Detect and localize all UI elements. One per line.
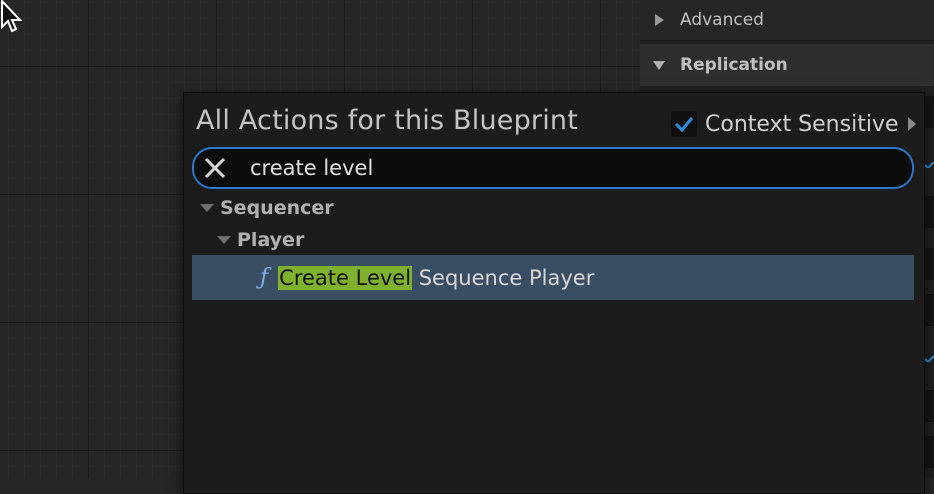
search-match-highlight: Create Level bbox=[278, 265, 413, 290]
close-icon[interactable] bbox=[204, 157, 226, 179]
section-advanced-label: Advanced bbox=[680, 10, 764, 30]
checkmark-icon bbox=[674, 117, 694, 132]
function-icon: ƒ bbox=[260, 265, 269, 290]
chevron-down-icon bbox=[200, 204, 214, 212]
tree-category-label: Sequencer bbox=[220, 197, 334, 219]
chevron-right-icon bbox=[655, 14, 664, 26]
section-replication[interactable]: Replication bbox=[640, 44, 934, 86]
context-sensitive-checkbox[interactable] bbox=[671, 111, 697, 137]
context-sensitive-label: Context Sensitive bbox=[705, 111, 899, 137]
chevron-right-icon[interactable] bbox=[907, 116, 917, 132]
context-sensitive-toggle[interactable]: Context Sensitive bbox=[671, 111, 917, 137]
action-result-create-level-sequence-player[interactable]: ƒ Create Level Sequence Player bbox=[192, 255, 914, 300]
checkmark-icon bbox=[925, 162, 934, 168]
section-replication-label: Replication bbox=[680, 55, 788, 75]
result-label-rest: Sequence Player bbox=[412, 265, 595, 290]
search-box[interactable] bbox=[192, 147, 914, 189]
chevron-down-icon bbox=[653, 61, 665, 70]
mouse-cursor-icon bbox=[1, 0, 23, 33]
tree-subcategory-label: Player bbox=[237, 229, 305, 251]
chevron-down-icon bbox=[217, 236, 231, 244]
section-advanced[interactable]: Advanced bbox=[640, 0, 934, 41]
action-menu-title: All Actions for this Blueprint bbox=[196, 105, 579, 136]
checkmark-icon bbox=[925, 356, 934, 362]
tree-category-player[interactable]: Player bbox=[217, 229, 304, 251]
tree-category-sequencer[interactable]: Sequencer bbox=[200, 197, 334, 219]
action-menu-popup: All Actions for this Blueprint Context S… bbox=[183, 92, 925, 494]
search-input[interactable] bbox=[250, 156, 850, 180]
